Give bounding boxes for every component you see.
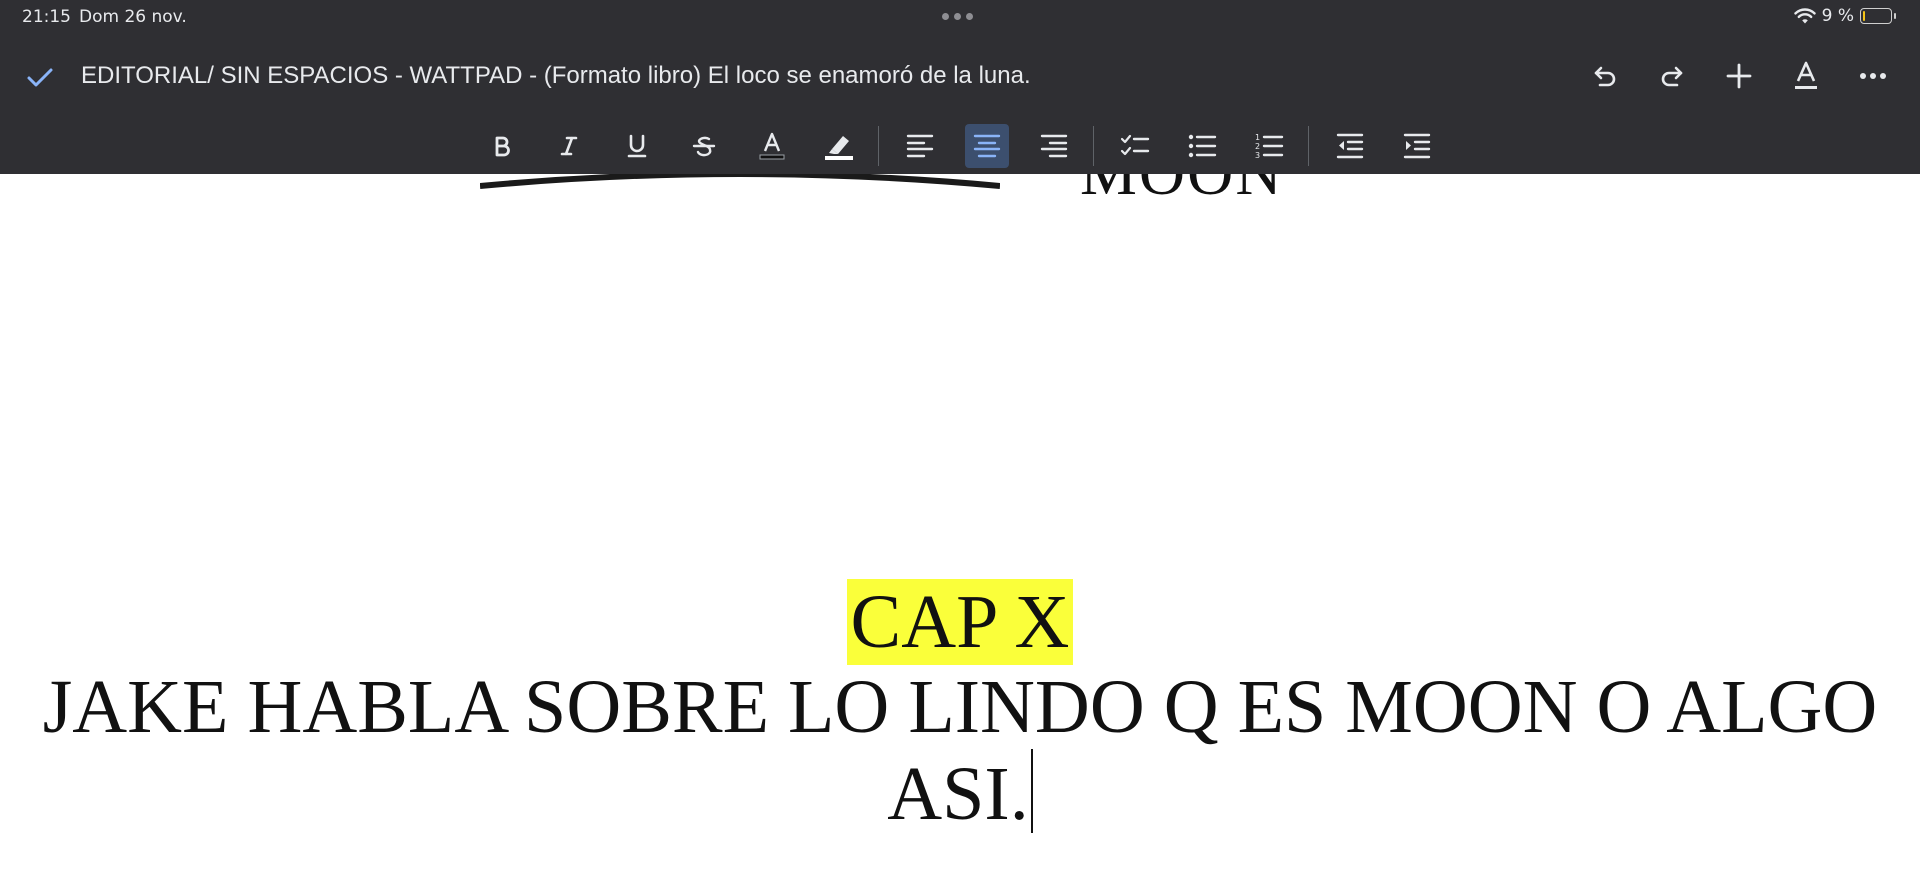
- redo-button[interactable]: [1638, 54, 1705, 98]
- toolbar-divider: [1308, 126, 1309, 166]
- more-options-button[interactable]: [1839, 54, 1906, 98]
- document-body[interactable]: CAP X JAKE HABLA SOBRE LO LINDO Q ES MOO…: [0, 579, 1920, 836]
- document-page[interactable]: MOON CAP X JAKE HABLA SOBRE LO LINDO Q E…: [0, 174, 1920, 891]
- increase-indent-button[interactable]: [1395, 124, 1439, 168]
- align-left-button[interactable]: [898, 124, 942, 168]
- toolbar-shadow: [480, 174, 1000, 189]
- bold-icon: [495, 136, 510, 157]
- checklist-button[interactable]: [1113, 124, 1157, 168]
- align-right-button[interactable]: [1032, 124, 1076, 168]
- title-row: EDITORIAL/ SIN ESPACIOS - WATTPAD - (For…: [0, 50, 1920, 102]
- decrease-indent-button[interactable]: [1328, 124, 1372, 168]
- battery-icon: [1860, 8, 1896, 24]
- status-bar: 21:15 Dom 26 nov. 9 %: [0, 0, 1920, 34]
- numbered-list-button[interactable]: 1 2 3: [1247, 124, 1291, 168]
- status-right: 9 %: [1793, 6, 1896, 26]
- text-cursor: [1030, 749, 1033, 833]
- svg-text:1: 1: [1255, 133, 1260, 142]
- align-center-button[interactable]: [965, 124, 1009, 168]
- toolbar-divider: [878, 126, 879, 166]
- text-format-icon: [1794, 61, 1817, 89]
- paragraph-line-2-text: ASI.: [887, 752, 1029, 836]
- paragraph-line-2: ASI.: [0, 749, 1920, 836]
- italic-icon: [560, 136, 578, 156]
- insert-button[interactable]: [1705, 54, 1772, 98]
- svg-text:2: 2: [1255, 142, 1260, 151]
- redo-icon: [1661, 66, 1682, 87]
- svg-text:3: 3: [1255, 151, 1260, 160]
- format-button[interactable]: [1772, 54, 1839, 98]
- undo-button[interactable]: [1571, 54, 1638, 98]
- bold-button[interactable]: [480, 124, 524, 168]
- checklist-icon: [1120, 134, 1150, 156]
- document-title[interactable]: EDITORIAL/ SIN ESPACIOS - WATTPAD - (For…: [81, 62, 1031, 90]
- header-actions: [1571, 54, 1906, 98]
- italic-button[interactable]: [547, 124, 591, 168]
- align-left-icon: [906, 134, 934, 158]
- strikethrough-icon: [692, 136, 716, 157]
- multitasking-dots-icon[interactable]: [942, 13, 973, 20]
- check-icon: [27, 68, 53, 87]
- toolbar-divider: [1093, 126, 1094, 166]
- bulleted-list-button[interactable]: [1180, 124, 1224, 168]
- underline-button[interactable]: [615, 124, 659, 168]
- highlight-color-button[interactable]: [817, 124, 861, 168]
- text-color-button[interactable]: [750, 124, 794, 168]
- paragraph-line-1: JAKE HABLA SOBRE LO LINDO Q ES MOON O AL…: [42, 665, 1878, 749]
- status-date: Dom 26 nov.: [79, 7, 187, 27]
- highlighter-icon: [825, 136, 853, 160]
- status-time: 21:15: [22, 7, 71, 27]
- increase-indent-icon: [1403, 133, 1431, 159]
- wifi-icon: [1793, 8, 1816, 24]
- align-center-icon: [973, 134, 1001, 158]
- battery-percent: 9 %: [1821, 6, 1854, 26]
- numbered-list-icon: 1 2 3: [1255, 133, 1284, 160]
- strikethrough-button[interactable]: [682, 124, 726, 168]
- undo-icon: [1594, 66, 1615, 87]
- decrease-indent-icon: [1336, 133, 1364, 159]
- plus-icon: [1726, 63, 1751, 89]
- scrolled-heading-fragment: MOON: [1080, 174, 1284, 210]
- align-right-icon: [1040, 134, 1068, 158]
- text-color-icon: [759, 132, 785, 160]
- underline-icon: [627, 134, 647, 158]
- more-icon: [1859, 73, 1886, 79]
- chapter-heading: CAP X: [846, 579, 1074, 665]
- done-button[interactable]: [22, 60, 58, 96]
- bulleted-list-icon: [1188, 134, 1217, 158]
- formatting-toolbar: 1 2 3: [0, 122, 1920, 170]
- top-bar: 21:15 Dom 26 nov. 9 % EDITORIAL/ SIN ESP…: [0, 0, 1920, 174]
